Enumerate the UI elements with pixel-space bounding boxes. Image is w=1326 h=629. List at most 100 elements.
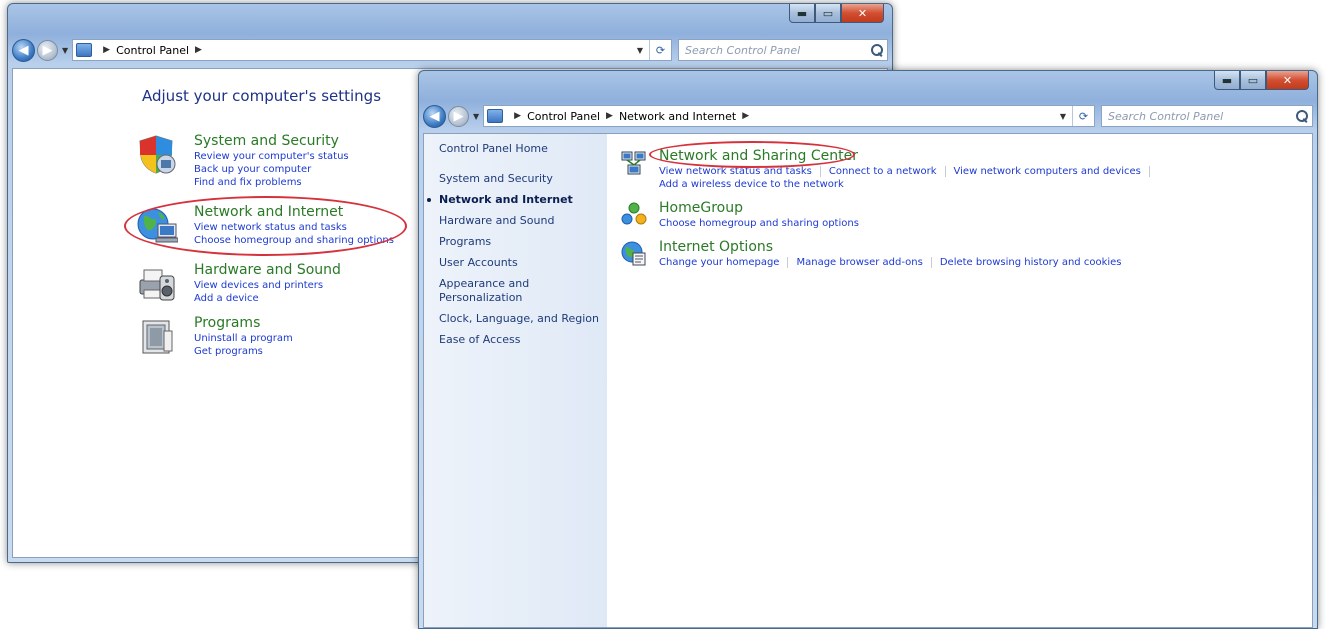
category-title[interactable]: Programs: [194, 315, 293, 332]
chevron-right-icon[interactable]: ▶: [606, 111, 613, 121]
recent-pages-dropdown[interactable]: ▼: [62, 46, 68, 55]
address-field[interactable]: ▶ Control Panel ▶ Network and Internet ▶…: [483, 105, 1095, 127]
shield-icon: [139, 135, 176, 174]
forward-arrow-icon: ▶: [42, 42, 53, 58]
network-sharing-icon: [621, 151, 646, 175]
close-button[interactable]: ✕: [1266, 71, 1309, 90]
category-title[interactable]: Hardware and Sound: [194, 262, 341, 279]
control-panel-icon: [76, 43, 93, 57]
category-link[interactable]: Change your homepage: [659, 256, 779, 269]
search-input[interactable]: [683, 42, 871, 58]
refresh-button[interactable]: ⟳: [649, 40, 671, 60]
back-arrow-icon: ◀: [429, 108, 440, 124]
search-box[interactable]: [678, 39, 888, 61]
refresh-icon: ⟳: [655, 43, 666, 57]
category-homegroup: HomeGroup Choose homegroup and sharing o…: [621, 200, 1312, 230]
close-icon: ✕: [1282, 73, 1293, 87]
recent-pages-dropdown[interactable]: ▼: [473, 112, 479, 121]
category-link[interactable]: Find and fix problems: [194, 176, 349, 189]
internet-options-icon: [621, 241, 646, 266]
category-links: View network status and tasks Connect to…: [659, 165, 1158, 178]
category-link[interactable]: Uninstall a program: [194, 332, 293, 345]
link-separator: [787, 257, 789, 268]
category-link[interactable]: View network status and tasks: [659, 165, 812, 178]
category-title[interactable]: Network and Sharing Center: [659, 148, 1158, 165]
sidebar-item-ease-of-access[interactable]: Ease of Access: [424, 333, 607, 347]
category-link[interactable]: Choose homegroup and sharing options: [194, 234, 394, 247]
link-separator: [944, 166, 946, 177]
chevron-right-icon[interactable]: ▶: [195, 45, 202, 55]
maximize-button[interactable]: ▭: [1240, 71, 1266, 90]
chevron-right-icon[interactable]: ▶: [103, 45, 110, 55]
category-text: Network and Sharing Center View network …: [659, 148, 1158, 191]
printer-speaker-icon: [139, 269, 175, 301]
category-text: Internet Options Change your homepage Ma…: [659, 239, 1122, 269]
back-button[interactable]: ◀: [423, 104, 446, 128]
programs-icon: [142, 320, 173, 354]
close-icon: ✕: [857, 6, 868, 20]
address-dropdown[interactable]: ▼: [631, 46, 649, 55]
sidebar-item-appearance-and-personalization[interactable]: Appearance and Personalization: [424, 277, 544, 305]
address-dropdown[interactable]: ▼: [1054, 112, 1072, 121]
main-panel: Network and Sharing Center View network …: [607, 134, 1312, 627]
caption-buttons: ▬ ▭ ✕: [1214, 71, 1309, 91]
category-link[interactable]: Choose homegroup and sharing options: [659, 217, 859, 230]
back-arrow-icon: ◀: [18, 42, 29, 58]
link-separator: [930, 257, 932, 268]
category-link[interactable]: Add a wireless device to the network: [659, 178, 1158, 191]
sidebar-item-clock-language-region[interactable]: Clock, Language, and Region: [424, 312, 607, 326]
network-and-internet-content: Control Panel Home System and Security N…: [423, 133, 1313, 628]
forward-button[interactable]: ▶: [37, 39, 58, 61]
link-separator: [1148, 166, 1150, 177]
breadcrumb-control-panel[interactable]: Control Panel: [116, 44, 189, 57]
category-title[interactable]: Network and Internet: [194, 204, 394, 221]
page-title: Adjust your computer's settings: [142, 87, 382, 105]
sidebar: Control Panel Home System and Security N…: [424, 134, 607, 627]
minimize-button[interactable]: ▬: [1214, 71, 1240, 90]
sidebar-item-network-and-internet: Network and Internet: [424, 193, 607, 207]
category-link[interactable]: View network computers and devices: [954, 165, 1141, 178]
link-separator: [819, 166, 821, 177]
category-link[interactable]: View network status and tasks: [194, 221, 394, 234]
category-title[interactable]: HomeGroup: [659, 200, 859, 217]
close-button[interactable]: ✕: [841, 4, 884, 23]
chevron-right-icon[interactable]: ▶: [742, 111, 749, 121]
sidebar-item-programs[interactable]: Programs: [424, 235, 607, 249]
network-and-internet-window: ▬ ▭ ✕ ◀ ▶ ▼ ▶ Control Panel ▶ Network an…: [418, 70, 1318, 629]
sidebar-item-system-and-security[interactable]: System and Security: [424, 172, 607, 186]
category-programs: Programs Uninstall a program Get program…: [136, 315, 293, 358]
sidebar-item-control-panel-home[interactable]: Control Panel Home: [424, 142, 607, 156]
search-icon[interactable]: [871, 44, 883, 56]
category-hardware-and-sound: Hardware and Sound View devices and prin…: [136, 262, 341, 305]
category-link[interactable]: Review your computer's status: [194, 150, 349, 163]
category-links: Change your homepage Manage browser add-…: [659, 256, 1122, 269]
forward-arrow-icon: ▶: [453, 108, 464, 124]
chevron-right-icon[interactable]: ▶: [514, 111, 521, 121]
maximize-button[interactable]: ▭: [815, 4, 841, 23]
breadcrumb-control-panel[interactable]: Control Panel: [527, 110, 600, 123]
back-button[interactable]: ◀: [12, 38, 35, 62]
category-title[interactable]: Internet Options: [659, 239, 1122, 256]
category-link[interactable]: Get programs: [194, 345, 293, 358]
category-link[interactable]: View devices and printers: [194, 279, 341, 292]
sidebar-item-user-accounts[interactable]: User Accounts: [424, 256, 607, 270]
refresh-button[interactable]: ⟳: [1072, 106, 1094, 126]
breadcrumb-network-and-internet[interactable]: Network and Internet: [619, 110, 736, 123]
category-link[interactable]: Connect to a network: [829, 165, 937, 178]
address-bar: ◀ ▶ ▼ ▶ Control Panel ▶ ▼ ⟳: [12, 35, 888, 65]
network-folder-icon: [487, 109, 504, 123]
category-link[interactable]: Manage browser add-ons: [796, 256, 922, 269]
category-link[interactable]: Back up your computer: [194, 163, 349, 176]
search-box[interactable]: [1101, 105, 1313, 127]
forward-button[interactable]: ▶: [448, 105, 469, 127]
category-title[interactable]: System and Security: [194, 133, 349, 150]
minimize-icon: ▬: [796, 6, 808, 20]
address-field[interactable]: ▶ Control Panel ▶ ▼ ⟳: [72, 39, 672, 61]
category-network-and-sharing-center: Network and Sharing Center View network …: [621, 148, 1312, 191]
search-icon[interactable]: [1296, 110, 1308, 122]
sidebar-item-hardware-and-sound[interactable]: Hardware and Sound: [424, 214, 607, 228]
category-link[interactable]: Add a device: [194, 292, 341, 305]
minimize-button[interactable]: ▬: [789, 4, 815, 23]
search-input[interactable]: [1106, 108, 1296, 124]
category-link[interactable]: Delete browsing history and cookies: [940, 256, 1122, 269]
